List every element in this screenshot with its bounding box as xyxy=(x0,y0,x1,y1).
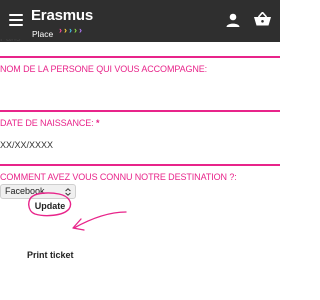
top-navigation-bar: Erasmus Place › › › › › xyxy=(0,0,280,42)
logo-subline: Place › › › › › xyxy=(32,24,92,40)
logo-chevron: › xyxy=(79,25,82,35)
logo-place-text: Place xyxy=(32,29,54,39)
birthdate-label-text: DATE DE NAISSANCE: xyxy=(0,118,94,128)
print-ticket-link[interactable]: Print ticket xyxy=(27,250,74,260)
hamburger-menu-icon[interactable] xyxy=(9,14,23,27)
source-label: COMMENT AVEZ VOUS CONNU NOTRE DESTINATIO… xyxy=(0,172,237,182)
field-divider xyxy=(0,164,280,166)
logo-chevron: › xyxy=(74,25,77,35)
logo-chevron: › xyxy=(64,25,67,35)
required-marker: * xyxy=(95,118,100,128)
birthdate-input[interactable]: XX/XX/XXXX xyxy=(0,140,53,150)
erasmus-place-logo[interactable]: Erasmus Place › › › › › xyxy=(31,7,93,39)
annotation-arrow xyxy=(72,211,127,231)
companion-name-label: NOM DE LA PERSONE QUI VOUS ACCOMPAGNE: xyxy=(0,64,208,74)
update-button[interactable]: Update xyxy=(32,198,68,214)
logo-chevron: › xyxy=(69,25,72,35)
field-divider xyxy=(0,110,280,112)
field-divider xyxy=(0,56,280,58)
logo-chevron: › xyxy=(59,25,62,35)
birthdate-label: DATE DE NAISSANCE: * xyxy=(0,118,99,128)
partial-previous-field: Paris xyxy=(0,39,40,45)
user-icon[interactable] xyxy=(226,13,240,27)
logo-name: Erasmus xyxy=(31,7,93,24)
shopping-cart-icon[interactable] xyxy=(254,12,271,28)
